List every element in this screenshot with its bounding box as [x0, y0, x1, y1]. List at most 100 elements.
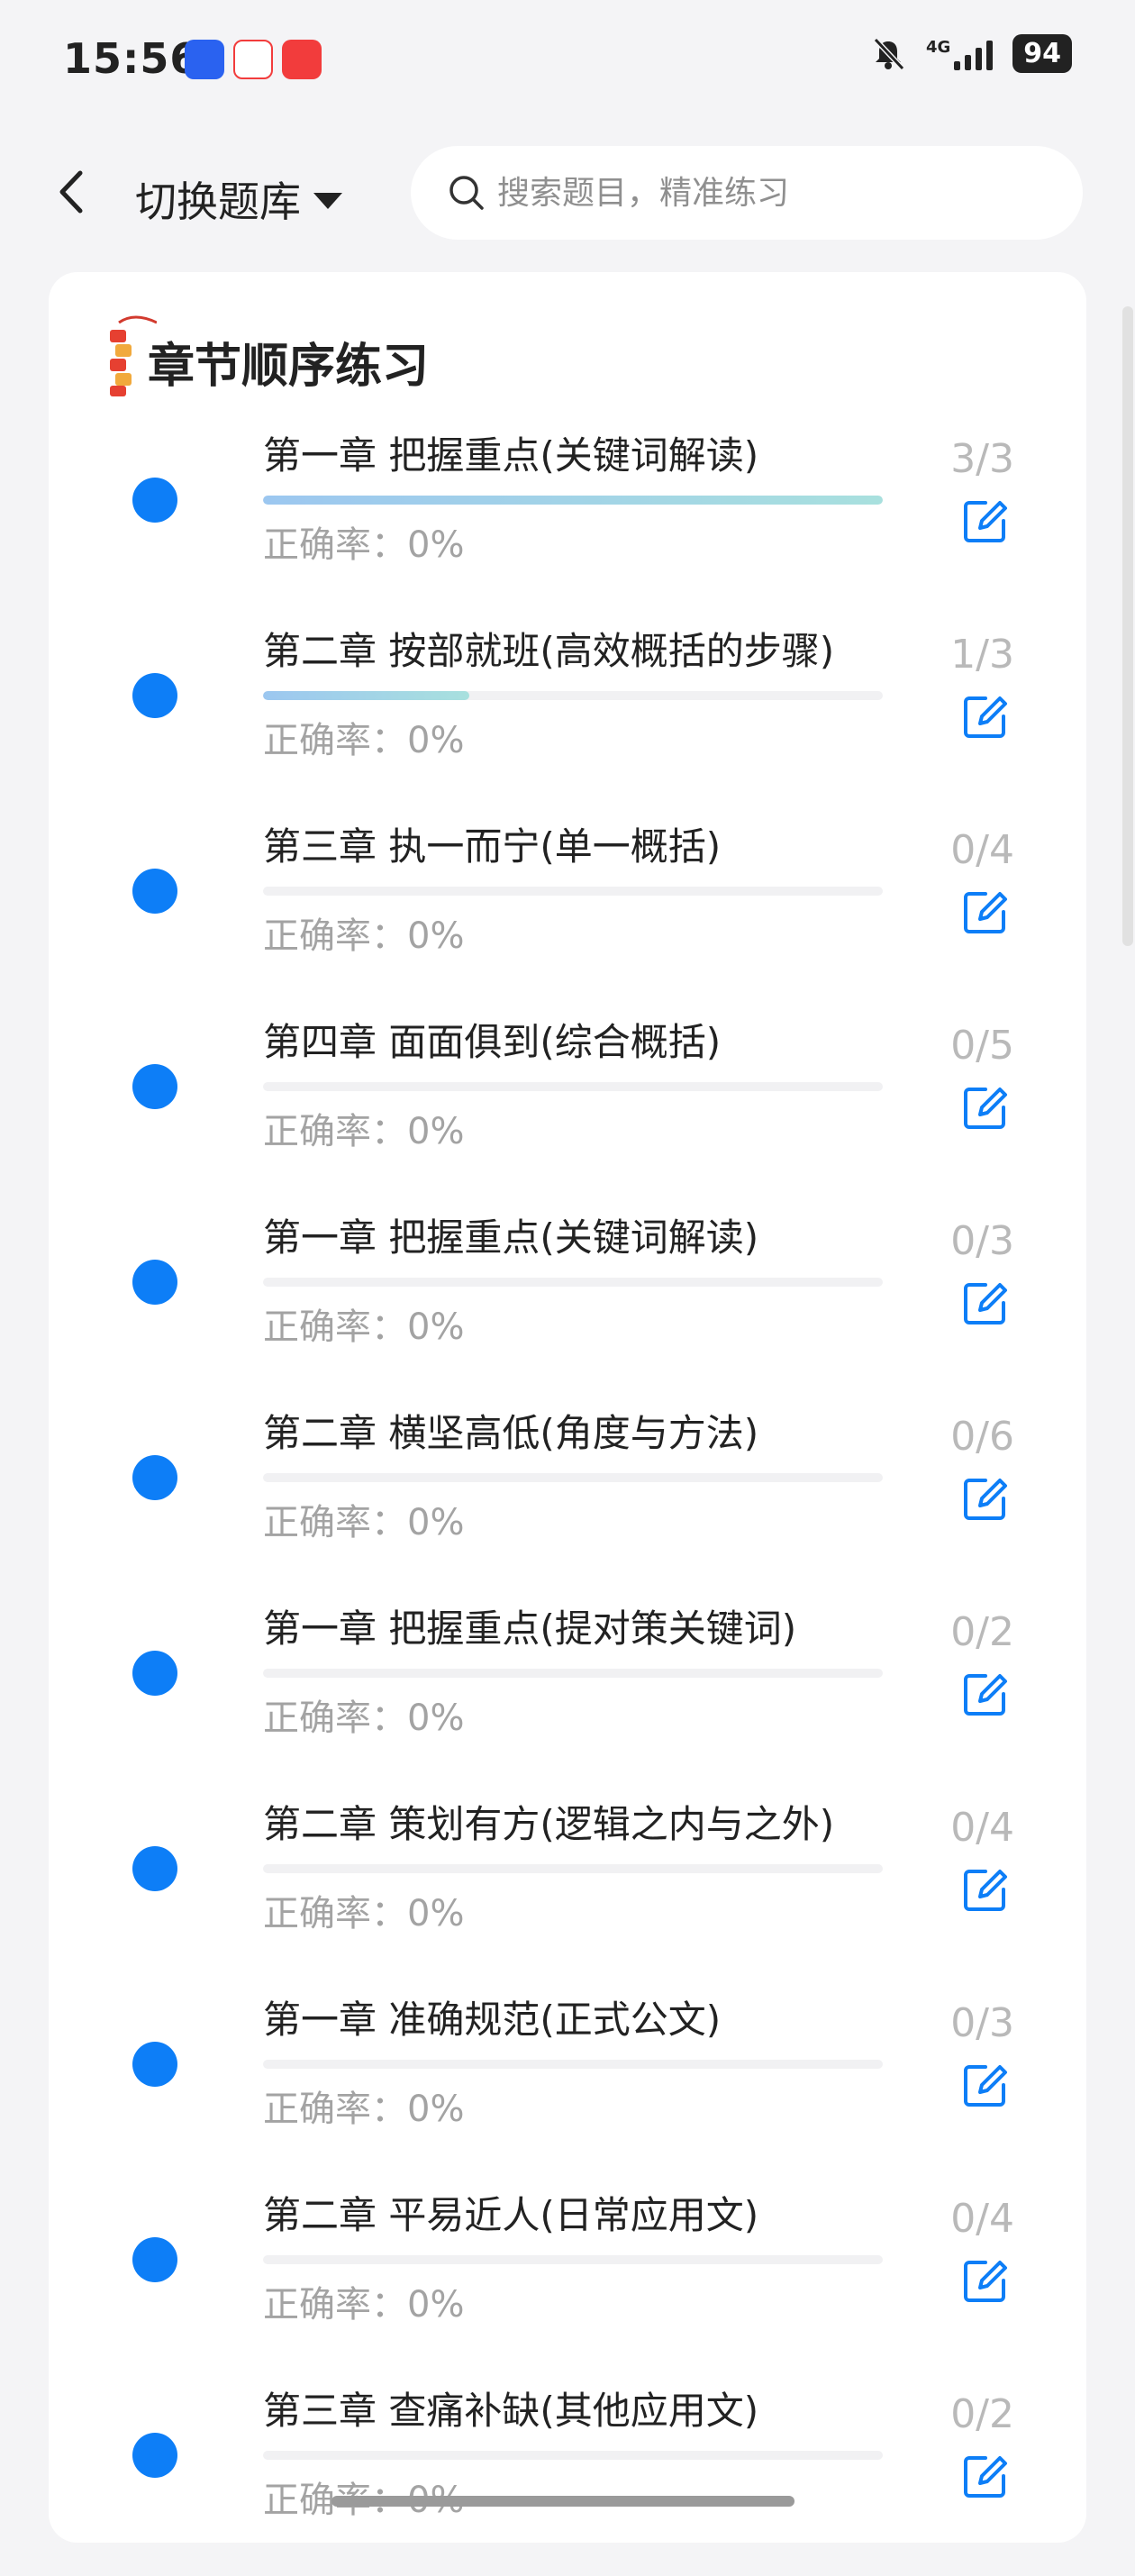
status-time: 15:56 [63, 34, 200, 83]
chapter-progress-bar [263, 1473, 883, 1482]
status-indicators: 4G 94 [870, 34, 1072, 73]
chapter-status-dot [132, 1260, 177, 1305]
chapter-progress-fill [263, 691, 470, 700]
chapter-count: 0/3 [950, 2000, 1014, 2046]
chapter-status-dot [132, 1846, 177, 1891]
search-input[interactable] [495, 173, 1040, 213]
edit-icon[interactable] [960, 887, 1011, 937]
status-bar: 15:56 4G 94 [0, 0, 1135, 126]
edit-icon[interactable] [960, 2060, 1011, 2110]
edit-icon[interactable] [960, 1473, 1011, 1524]
bell-off-icon [873, 37, 905, 70]
chapter-progress-bar [263, 1082, 883, 1091]
chapter-accuracy: 正确率：0% [263, 1502, 465, 1543]
chapter-accuracy: 正确率：0% [263, 720, 465, 761]
chapter-item[interactable]: 第一章 把握重点(提对策关键词) 正确率：0% 0/2 [49, 1598, 1086, 1794]
chapter-progress-bar [263, 2451, 883, 2460]
chapter-progress-fill [263, 496, 883, 505]
section-title: 章节顺序练习 [148, 340, 430, 394]
chapter-title: 第二章 横坚高低(角度与方法) [263, 1411, 759, 1455]
chapter-title: 第三章 查痛补缺(其他应用文) [263, 2389, 759, 2433]
chapter-count: 0/6 [950, 1414, 1014, 1460]
chapter-item[interactable]: 第三章 执一而宁(单一概括) 正确率：0% 0/4 [49, 816, 1086, 1012]
chapter-progress-bar [263, 496, 883, 505]
chapter-item[interactable]: 第二章 横坚高低(角度与方法) 正确率：0% 0/6 [49, 1403, 1086, 1598]
chapter-title: 第一章 把握重点(提对策关键词) [263, 1607, 797, 1651]
chapter-progress-bar [263, 691, 883, 700]
chapter-item[interactable]: 第一章 准确规范(正式公文) 正确率：0% 0/3 [49, 1989, 1086, 2185]
search-icon [449, 176, 484, 210]
chapter-accuracy: 正确率：0% [263, 1111, 465, 1152]
app-notification-icon [185, 40, 224, 79]
chapter-progress-bar [263, 1669, 883, 1678]
chapter-count: 0/4 [950, 1805, 1014, 1851]
switch-question-bank-button[interactable]: 切换题库 [135, 169, 342, 229]
chapter-count: 0/4 [950, 827, 1014, 873]
caret-down-icon [313, 193, 342, 209]
app-notification-icon [233, 40, 273, 79]
chapter-progress-bar [263, 2060, 883, 2069]
chapter-title: 第二章 按部就班(高效概括的步骤) [263, 629, 835, 673]
app-notification-icon [282, 40, 322, 79]
edit-icon[interactable] [960, 2255, 1011, 2306]
chapter-count: 1/3 [950, 632, 1014, 678]
chapter-status-dot [132, 869, 177, 914]
chapter-progress-bar [263, 1864, 883, 1873]
chapter-title: 第一章 把握重点(关键词解读) [263, 433, 759, 478]
top-nav: 切换题库 [0, 135, 1135, 261]
chapter-count: 0/2 [950, 1609, 1014, 1655]
chapter-progress-bar [263, 887, 883, 896]
chapter-accuracy: 正确率：0% [263, 915, 465, 957]
chapter-accuracy: 正确率：0% [263, 1698, 465, 1739]
chapter-status-dot [132, 673, 177, 718]
chapter-status-dot [132, 2433, 177, 2478]
chapter-accuracy: 正确率：0% [263, 2089, 465, 2130]
edit-icon[interactable] [960, 1082, 1011, 1133]
chapter-progress-bar [263, 2255, 883, 2264]
chapter-title: 第三章 执一而宁(单一概括) [263, 824, 722, 869]
chapter-accuracy: 正确率：0% [263, 524, 465, 566]
edit-icon[interactable] [960, 691, 1011, 742]
chapter-progress-bar [263, 1278, 883, 1287]
chapter-count: 0/4 [950, 2196, 1014, 2242]
chapter-item[interactable]: 第三章 查痛补缺(其他应用文) 正确率：0% 0/2 [49, 2380, 1086, 2576]
cellular-signal: 4G [925, 37, 994, 70]
search-bar[interactable] [411, 146, 1083, 240]
signal-bars-icon [954, 38, 994, 70]
chapter-status-dot [132, 2042, 177, 2087]
edit-icon[interactable] [960, 1864, 1011, 1915]
chapter-title: 第一章 把握重点(关键词解读) [263, 1215, 759, 1260]
chapter-status-dot [132, 478, 177, 523]
back-arrow-icon[interactable] [50, 160, 95, 223]
chapter-status-dot [132, 1455, 177, 1500]
chapter-practice-card: 章节顺序练习 第一章 把握重点(关键词解读) 正确率：0% 3/3 第二章 按部… [49, 272, 1086, 2543]
chapter-item[interactable]: 第二章 平易近人(日常应用文) 正确率：0% 0/4 [49, 2185, 1086, 2380]
edit-icon[interactable] [960, 1278, 1011, 1328]
chapter-title: 第二章 平易近人(日常应用文) [263, 2193, 759, 2237]
chapter-item[interactable]: 第二章 按部就班(高效概括的步骤) 正确率：0% 1/3 [49, 621, 1086, 816]
chapter-status-dot [132, 1064, 177, 1109]
network-type: 4G [925, 37, 951, 57]
notification-app-icons [185, 40, 322, 79]
switch-bank-label: 切换题库 [135, 177, 301, 226]
edit-icon[interactable] [960, 1669, 1011, 1719]
chapter-title: 第二章 策划有方(逻辑之内与之外) [263, 1802, 835, 1846]
chapter-accuracy: 正确率：0% [263, 1893, 465, 1934]
edit-icon[interactable] [960, 2451, 1011, 2501]
chapter-title: 第一章 准确规范(正式公文) [263, 1998, 722, 2042]
chapter-count: 0/3 [950, 1218, 1014, 1264]
chapter-item[interactable]: 第四章 面面俱到(综合概括) 正确率：0% 0/5 [49, 1012, 1086, 1207]
chapter-status-dot [132, 2237, 177, 2282]
chapter-item[interactable]: 第一章 把握重点(关键词解读) 正确率：0% 3/3 [49, 425, 1086, 621]
home-indicator[interactable] [331, 2496, 794, 2507]
battery-level: 94 [1012, 34, 1072, 73]
edit-icon[interactable] [960, 496, 1011, 546]
chapter-list: 第一章 把握重点(关键词解读) 正确率：0% 3/3 第二章 按部就班(高效概括… [49, 425, 1086, 2576]
chapter-count: 3/3 [950, 436, 1014, 482]
chapter-item[interactable]: 第一章 把握重点(关键词解读) 正确率：0% 0/3 [49, 1207, 1086, 1403]
chapter-count: 0/5 [950, 1023, 1014, 1069]
scrollbar[interactable] [1122, 306, 1133, 946]
chapter-title: 第四章 面面俱到(综合概括) [263, 1020, 722, 1064]
chapter-accuracy: 正确率：0% [263, 1306, 465, 1348]
chapter-item[interactable]: 第二章 策划有方(逻辑之内与之外) 正确率：0% 0/4 [49, 1794, 1086, 1989]
